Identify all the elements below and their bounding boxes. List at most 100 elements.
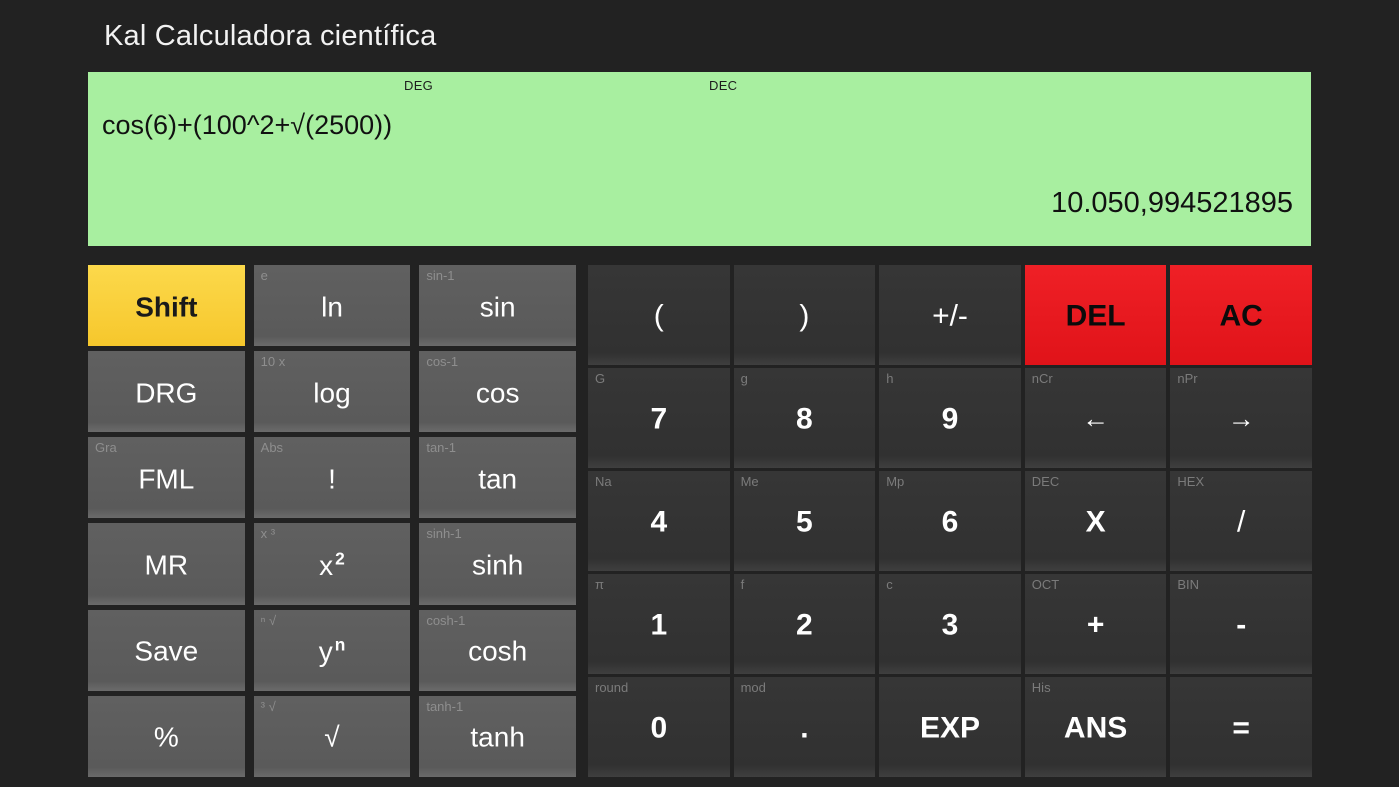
key-del-label: DEL [1065,299,1126,333]
key-3[interactable]: c3 [879,574,1021,674]
key-minus-secondary-label: BIN [1177,577,1200,592]
key-tan-secondary-label: tan-1 [426,440,456,456]
key-ans-label: ANS [1063,711,1128,745]
key-plus-label: + [1086,608,1105,642]
key-tanh[interactable]: tanh-1 tanh [419,695,576,777]
key-paren-open[interactable]: ( [588,265,730,365]
number-keypad: () +/- DEL AC G 7 g 8 h 9 nCr ← nPr → Na 4 Me 5 Mp 6 DEC X HEX… [588,265,1312,777]
key-6[interactable]: Mp 6 [879,471,1021,571]
key-shift[interactable]: Shift [88,265,245,347]
key-0[interactable]: round 0 [588,677,730,777]
key-xsq-label: x2 [254,549,411,582]
key-1-secondary-label: π [595,577,604,592]
key-cursor-left[interactable]: nCr ← [1024,368,1167,468]
key-5[interactable]: Me 5 [733,471,876,571]
key-decimal[interactable]: mod. [733,677,876,777]
key-8[interactable]: g8 [733,368,876,468]
key-ln-label: ln [321,290,343,322]
key-cos[interactable]: cos-1 cos [419,351,576,433]
key-ac-label: AC [1219,299,1263,333]
key-save-label: Save [134,635,199,667]
key-xsq-base: x [319,550,334,582]
key-sin-secondary-label: sin-1 [426,268,455,283]
key-fml-label: FML [138,463,195,495]
key-ln-secondary-label: e [260,268,268,283]
key-7[interactable]: G7 [588,368,730,468]
key-fact-secondary-label: Abs [260,440,284,456]
key-minus-label: - [1236,608,1247,642]
key-9-label: 9 [941,402,959,436]
key-plus[interactable]: OCT + [1024,574,1167,674]
key-del[interactable]: DEL [1024,265,1167,365]
key-ypown-base: y [318,636,333,668]
key-multiply[interactable]: DEC X [1024,471,1167,571]
key-ac[interactable]: AC [1170,265,1312,365]
key-cos-label: cos [475,377,520,409]
key-exp[interactable]: EXP [879,677,1021,777]
key-percent-label: % [153,721,179,753]
key-sqrt[interactable]: ³ √ √ [253,695,411,777]
key-sinh-secondary-label: sinh-1 [426,526,462,542]
key-sqrt-secondary-label: ³ √ [260,698,276,714]
key-0-label: 0 [650,711,668,745]
key-2-secondary-label: f [740,577,745,592]
key-paren-close[interactable]: ) [733,265,876,365]
key-tanh-secondary-label: tanh-1 [426,698,464,714]
key-sign-label: +/- [932,299,968,333]
key-divide[interactable]: HEX / [1170,471,1312,571]
key-mr-label: MR [144,549,189,581]
key-fact-label: ! [328,463,336,495]
key-4[interactable]: Na 4 [588,471,730,571]
key-ln[interactable]: e ln [253,265,411,347]
key-equals-label: = [1232,711,1250,745]
key-equals[interactable]: = [1170,677,1312,777]
key-sin[interactable]: sin-1 sin [419,265,576,347]
key-4-label: 4 [650,505,668,539]
key-mr[interactable]: MR [88,523,245,605]
key-8-label: 8 [796,402,813,436]
key-sign[interactable]: +/- [879,265,1021,365]
key-ans[interactable]: His ANS [1024,677,1167,777]
key-log[interactable]: 10 x log [253,351,411,433]
result-text: 10.050,994521895 [1051,187,1293,219]
key-divide-label: / [1237,505,1246,539]
key-xsq[interactable]: x ³ x2 [253,523,411,605]
key-log-secondary-label: 10 x [260,354,286,370]
page-title: Kal Calculadora científica [104,20,437,52]
key-shift-label: Shift [135,290,198,322]
key-save[interactable]: Save [88,609,245,691]
key-cos-secondary-label: cos-1 [426,354,459,370]
key-fact[interactable]: Abs! [253,437,411,519]
key-fml[interactable]: Gra FML [88,437,245,519]
key-7-label: 7 [650,402,668,436]
key-5-label: 5 [796,505,813,539]
key-4-secondary-label: Na [595,474,612,489]
key-3-secondary-label: c [886,577,893,592]
key-tanh-label: tanh [470,721,525,753]
key-drg-label: DRG [135,377,198,409]
key-ypown-label: yn [254,635,411,668]
key-cosh-secondary-label: cosh-1 [426,612,466,628]
key-plus-secondary-label: OCT [1031,577,1060,592]
key-cosh[interactable]: cosh-1 cosh [419,609,576,691]
key-cursor-right-label: → [1227,403,1255,434]
key-drg[interactable]: DRG [88,351,245,433]
key-9[interactable]: h9 [879,368,1021,468]
key-sin-label: sin [479,290,516,322]
key-sinh[interactable]: sinh-1 sinh [419,523,576,605]
key-1[interactable]: π1 [588,574,730,674]
key-ypown[interactable]: ⁿ √ y n [253,609,411,691]
key-decimal-secondary-label: mod [740,680,766,695]
key-percent[interactable]: % [88,695,245,777]
key-tan[interactable]: tan-1 tan [419,437,576,519]
expression-text: cos(6)+(100^2+√(2500)) [102,110,393,140]
key-2[interactable]: f2 [733,574,876,674]
key-paren-open-label: ( [653,299,664,333]
key-9-secondary-label: h [886,371,894,386]
key-8-secondary-label: g [740,371,748,386]
key-divide-secondary-label: HEX [1177,474,1205,489]
key-cursor-right[interactable]: nPr → [1170,368,1312,468]
key-sqrt-label: √ [324,721,340,753]
calculator-display: DEG DEC cos(6)+(100^2+√(2500)) 10.050,99… [88,72,1311,246]
key-minus[interactable]: BIN - [1170,574,1312,674]
